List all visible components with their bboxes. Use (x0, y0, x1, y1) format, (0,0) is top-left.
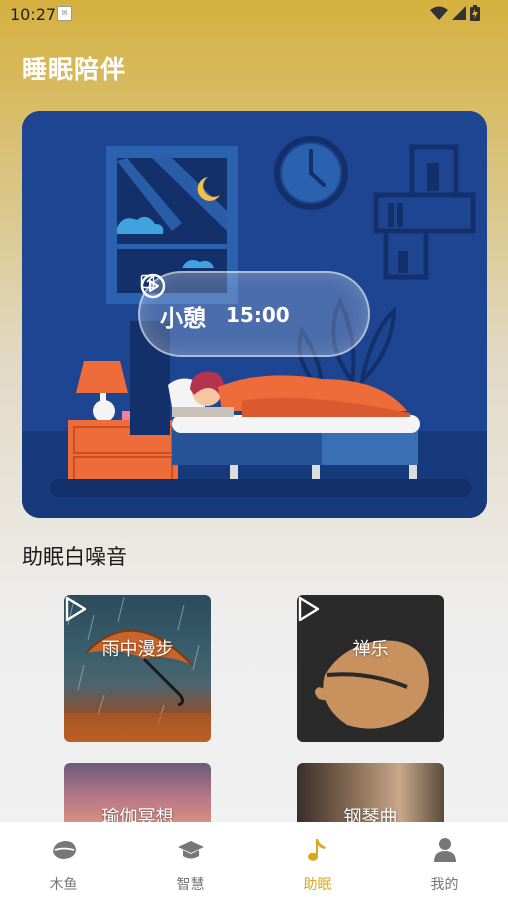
signal-icon (452, 6, 466, 20)
nav-label: 智慧 (176, 877, 205, 893)
status-time: 10:27 (10, 5, 57, 24)
nav-label: 助眠 (303, 877, 332, 893)
music-note-icon (307, 839, 326, 861)
tile-label: 雨中漫步 (101, 639, 174, 660)
timer-value[interactable]: 15:00 (226, 303, 290, 327)
notification-icon: ✉ (57, 6, 72, 21)
tile-label: 禅乐 (352, 639, 389, 660)
nav-item-woodfish[interactable]: 木鱼 (0, 822, 127, 903)
play-circle-icon[interactable] (140, 273, 166, 299)
graduation-cap-icon (177, 841, 204, 859)
page-title: 睡眠陪伴 (22, 55, 127, 84)
nap-timer-pill: 小憩 15:00 (138, 271, 370, 357)
nav-label: 木鱼 (49, 877, 78, 893)
nav-item-wisdom[interactable]: 智慧 (127, 822, 254, 903)
timer-label: 小憩 (160, 306, 206, 332)
person-icon (433, 838, 456, 862)
bottom-nav: 木鱼 智慧 助眠 我的 (0, 822, 508, 903)
status-bar: 10:27 ✉ (0, 0, 508, 28)
nav-label: 我的 (430, 877, 459, 893)
sound-tile-yoga[interactable]: 瑜伽冥想 (64, 763, 211, 823)
nav-item-sleep[interactable]: 助眠 (254, 822, 381, 903)
sleep-hero-card: 小憩 15:00 (22, 111, 487, 518)
sound-tile-zen[interactable]: 禅乐 (297, 595, 444, 742)
section-title: 助眠白噪音 (22, 545, 127, 569)
sound-tile-rain[interactable]: 雨中漫步 (64, 595, 211, 742)
wifi-icon (430, 6, 448, 20)
nav-item-profile[interactable]: 我的 (381, 822, 508, 903)
sound-tile-piano[interactable]: 钢琴曲 (297, 763, 444, 823)
tile-label: 钢琴曲 (343, 807, 398, 823)
woodfish-icon (52, 841, 76, 859)
play-icon[interactable] (297, 595, 321, 623)
battery-icon (470, 5, 480, 21)
tile-label: 瑜伽冥想 (101, 807, 174, 823)
play-icon[interactable] (64, 595, 88, 623)
status-icons (430, 5, 480, 21)
